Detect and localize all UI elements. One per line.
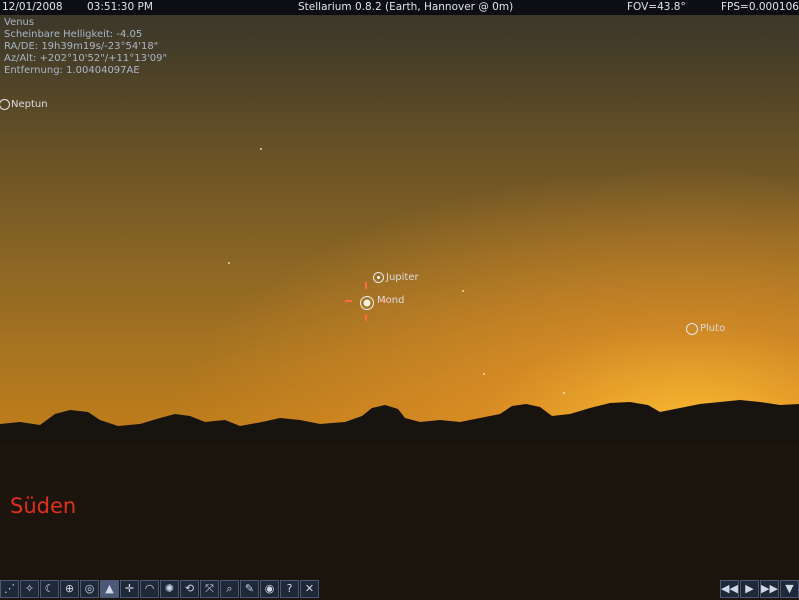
object-az-alt: Az/Alt: +202°10'52"/+11°13'09" bbox=[4, 53, 168, 64]
object-info-panel: Venus Scheinbare Helligkeit: -4.05 RA/DE… bbox=[4, 17, 167, 77]
cardinal-point-south: Süden bbox=[10, 494, 77, 518]
atmosphere-button[interactable]: ◠ bbox=[140, 580, 159, 598]
main-toolbar: ⋰ ✧ ☾ ⊕ ◎ ▲ ✛ ◠ ✺ ⟲ ⤧ ⌕ ✎ ◉? ✕ bbox=[0, 580, 320, 600]
top-status-bar: 12/01/2008 03:51:30 PM Stellarium 0.8.2 … bbox=[0, 0, 799, 15]
fps-display: FPS=0.0001062 bbox=[721, 1, 799, 13]
quit-button[interactable]: ✕ bbox=[300, 580, 319, 598]
constellation-lines-button[interactable]: ⋰ bbox=[0, 580, 19, 598]
search-button[interactable]: ⌕ bbox=[220, 580, 239, 598]
star bbox=[563, 392, 565, 394]
planet-label-neptun: Neptun bbox=[11, 99, 48, 110]
planet-label-pluto: Pluto bbox=[700, 323, 726, 334]
rewind-button[interactable]: ◀◀ bbox=[720, 580, 739, 598]
fast-forward-button[interactable]: ▶▶ bbox=[760, 580, 779, 598]
horizon-landscape bbox=[0, 400, 799, 600]
nebulas-button[interactable]: ✺ bbox=[160, 580, 179, 598]
star bbox=[260, 148, 262, 150]
night-mode-button[interactable]: ◉ bbox=[260, 580, 279, 598]
constellation-art-button[interactable]: ☾ bbox=[40, 580, 59, 598]
play-button[interactable]: ▶ bbox=[740, 580, 759, 598]
azimuthal-grid-button[interactable]: ◎ bbox=[80, 580, 99, 598]
app-location-title: Stellarium 0.8.2 (Earth, Hannover @ 0m) bbox=[298, 1, 514, 13]
date-display: 12/01/2008 bbox=[2, 1, 63, 13]
star bbox=[462, 290, 464, 292]
equatorial-grid-button[interactable]: ⊕ bbox=[60, 580, 79, 598]
ground-button[interactable]: ▲ bbox=[100, 580, 119, 598]
time-control-toolbar: ◀◀ ▶ ▶▶ ▼ bbox=[720, 580, 799, 600]
configuration-button[interactable]: ✎ bbox=[240, 580, 259, 598]
star bbox=[483, 373, 485, 375]
equatorial-mount-button[interactable]: ⟲ bbox=[180, 580, 199, 598]
constellation-names-button[interactable]: ✧ bbox=[20, 580, 39, 598]
object-magnitude: Scheinbare Helligkeit: -4.05 bbox=[4, 29, 143, 40]
object-name: Venus bbox=[4, 17, 35, 28]
cardinal-points-button[interactable]: ✛ bbox=[120, 580, 139, 598]
planet-label-mond: Mond bbox=[377, 295, 405, 306]
star bbox=[228, 262, 230, 264]
time-display: 03:51:30 PM bbox=[87, 1, 153, 13]
help-button[interactable]: ? bbox=[280, 580, 299, 598]
goto-selected-button[interactable]: ⤧ bbox=[200, 580, 219, 598]
object-distance: Entfernung: 1.00404097AE bbox=[4, 65, 140, 76]
real-time-button[interactable]: ▼ bbox=[780, 580, 799, 598]
fov-display: FOV=43.8° bbox=[627, 1, 686, 13]
object-ra-de: RA/DE: 19h39m19s/-23°54'18" bbox=[4, 41, 159, 52]
